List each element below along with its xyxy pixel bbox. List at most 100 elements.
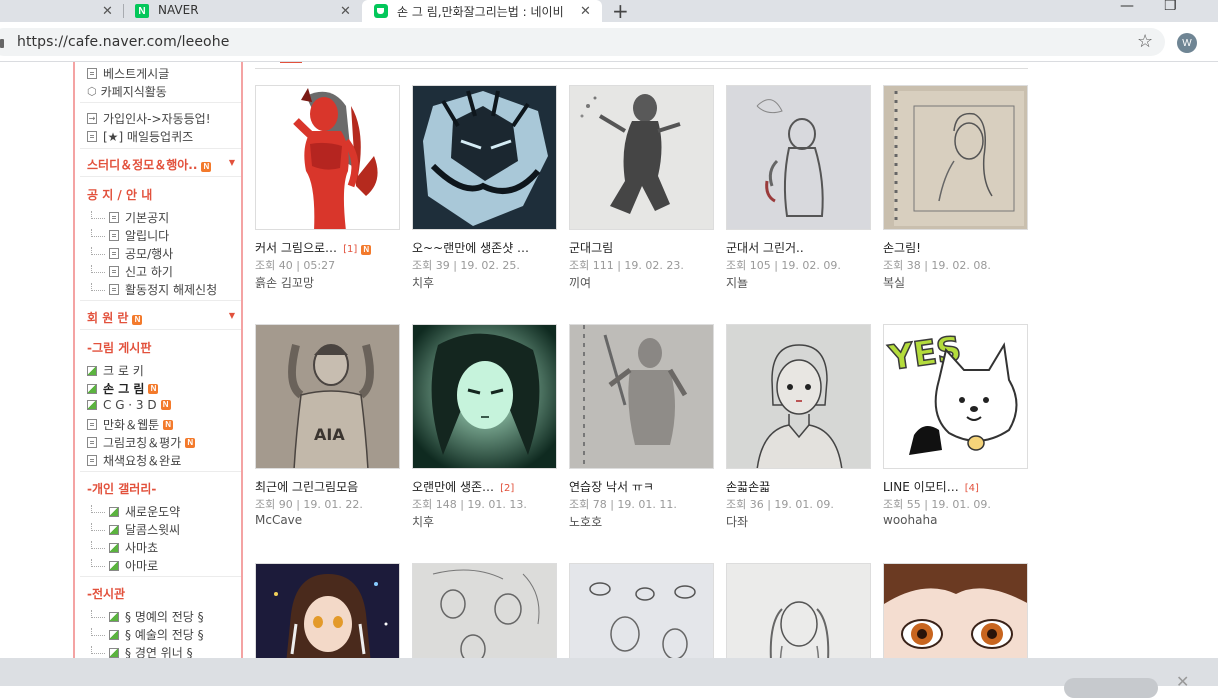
new-badge: N bbox=[132, 315, 143, 325]
sidebar-item-contest-winner[interactable]: § 경연 위너 § bbox=[91, 644, 193, 658]
sidebar-item-quiz[interactable]: [★] 매일등업퀴즈 bbox=[87, 128, 193, 145]
post-author[interactable]: 끼여 bbox=[569, 274, 591, 291]
minimize-button[interactable]: — bbox=[1120, 0, 1134, 14]
post-title[interactable]: 손그림! bbox=[883, 239, 1033, 256]
browser-tab-cafe[interactable]: 손 그 림,만화잘그리는법 : 네이비 ✕ bbox=[362, 0, 602, 22]
sidebar-item-notice-unban[interactable]: 활동정지 해제신청 bbox=[91, 281, 217, 298]
sidebar-item-coaching[interactable]: 그림코칭＆평가 N bbox=[87, 434, 196, 451]
picture-icon bbox=[87, 365, 97, 376]
thumbnail-painted-eyes[interactable] bbox=[883, 563, 1028, 658]
new-badge: N bbox=[160, 400, 171, 410]
tree-line bbox=[91, 210, 105, 219]
sidebar-item-gallery-2[interactable]: 달콤스윗씨 bbox=[91, 521, 180, 538]
sidebar-item-label: § 예술의 전당 § bbox=[125, 628, 204, 642]
post-title[interactable]: LINE 이모티… [4] bbox=[883, 478, 1033, 495]
url-text[interactable]: https://cafe.naver.com/leeohe bbox=[17, 34, 229, 50]
sidebar-item-join[interactable]: → 가입인사->자동등업! bbox=[87, 110, 211, 127]
sidebar-item-notice-basic[interactable]: 기본공지 bbox=[91, 209, 169, 226]
tree-line bbox=[91, 645, 105, 654]
post-title-text: 손그림! bbox=[883, 241, 921, 255]
post-title[interactable]: 오랜만에 생존… [2] bbox=[412, 478, 562, 495]
close-icon[interactable]: ✕ bbox=[1176, 672, 1189, 691]
tree-line bbox=[91, 282, 105, 291]
sidebar-item-notice-report[interactable]: 신고 하기 bbox=[91, 263, 173, 280]
thumbnail-anime-girl-dark[interactable] bbox=[255, 563, 400, 658]
sidebar-item-coloring[interactable]: 채색요청＆완료 bbox=[87, 452, 181, 469]
tab-close-icon[interactable]: ✕ bbox=[580, 4, 591, 19]
post-author[interactable]: woohaha bbox=[883, 513, 937, 527]
post-title[interactable]: 커서 그림으로… [1] N bbox=[255, 239, 405, 256]
sidebar-item-croquis[interactable]: 크 로 키 bbox=[87, 362, 144, 379]
bookmark-star-icon[interactable]: ☆ bbox=[1137, 31, 1153, 52]
caret-down-icon[interactable]: ▼ bbox=[229, 158, 235, 167]
post-author[interactable]: 치후 bbox=[412, 274, 434, 291]
sidebar-item-label: 채색요청＆완료 bbox=[103, 454, 182, 468]
sidebar-item-cg-3d[interactable]: C G · 3 DN bbox=[87, 398, 171, 412]
post-title[interactable]: 군대서 그린거.. bbox=[726, 239, 876, 256]
sidebar-item-comic-webtoon[interactable]: 만화＆웹툰 N bbox=[87, 416, 174, 433]
sidebar-section-members[interactable]: 회 원 란N bbox=[87, 309, 143, 326]
thumbnail-armored-knight[interactable] bbox=[412, 85, 557, 230]
sidebar-section-notice: 공 지 / 안 내 bbox=[87, 188, 153, 202]
post-author[interactable]: 지뇰 bbox=[726, 274, 748, 291]
thumbnail-sketch-twintail[interactable] bbox=[726, 563, 871, 658]
tree-line bbox=[91, 504, 105, 513]
post-author[interactable]: 흙손 김꼬망 bbox=[255, 274, 314, 291]
post-title[interactable]: 군대그림 bbox=[569, 239, 719, 256]
sidebar-item-gallery-1[interactable]: 새로운도약 bbox=[91, 503, 180, 520]
browser-tab-1[interactable]: ✕ bbox=[0, 0, 122, 22]
sidebar-item-label: 가입인사->자동등업! bbox=[103, 112, 211, 126]
post-title[interactable]: 손끏손끏 bbox=[726, 478, 876, 495]
sidebar-section-study[interactable]: 스터디＆정모＆행아.. N bbox=[87, 156, 212, 173]
restore-button[interactable]: ❐ bbox=[1164, 0, 1177, 14]
sidebar-item-notice-event[interactable]: 공모/행사 bbox=[91, 245, 173, 262]
thumbnail-pencil-figure[interactable] bbox=[569, 85, 714, 230]
tab-close-icon[interactable]: ✕ bbox=[102, 4, 113, 19]
thumbnail-girl-portrait[interactable] bbox=[726, 324, 871, 469]
thumbnail-yes-cat[interactable]: YES bbox=[883, 324, 1028, 469]
sidebar-item-hall-of-fame[interactable]: § 명예의 전당 § bbox=[91, 608, 204, 625]
thumbnail-pencil-warrior[interactable] bbox=[569, 324, 714, 469]
divider bbox=[80, 576, 241, 577]
tree-line bbox=[91, 609, 105, 618]
profile-avatar[interactable]: W bbox=[1177, 33, 1197, 53]
sidebar-item-gallery-4[interactable]: 아마로 bbox=[91, 557, 158, 574]
thumbnail-red-demon-girl[interactable] bbox=[255, 85, 400, 230]
sidebar-item-hall-of-art[interactable]: § 예술의 전당 § bbox=[91, 626, 204, 643]
gallery-top-border bbox=[255, 68, 1028, 69]
thumbnail-sketch-eyes[interactable] bbox=[569, 563, 714, 658]
sidebar-item-knowledge[interactable]: ⬡ 카페지식활동 bbox=[87, 83, 167, 100]
sidebar-item-best[interactable]: 베스트게시글 bbox=[87, 65, 169, 82]
thumbnail-pencil-man[interactable]: AIA bbox=[255, 324, 400, 469]
post-title[interactable]: 최근에 그린그림모음 bbox=[255, 478, 405, 495]
sidebar-item-label: 달콤스윗씨 bbox=[125, 523, 181, 537]
post-author[interactable]: 노호호 bbox=[569, 513, 602, 530]
notification-button[interactable] bbox=[1064, 678, 1158, 698]
post-title-text: 오~~랜만에 생존샷 … bbox=[412, 241, 530, 255]
section-title: 스터디＆정모＆행아.. bbox=[87, 158, 198, 172]
new-tab-button[interactable]: + bbox=[612, 0, 629, 23]
thumbnail-sketch-people[interactable] bbox=[412, 563, 557, 658]
post-author[interactable]: 복실 bbox=[883, 274, 905, 291]
sidebar-item-label: 베스트게시글 bbox=[103, 67, 170, 81]
post-title[interactable]: 오~~랜만에 생존샷 … bbox=[412, 239, 562, 256]
tree-line bbox=[91, 246, 105, 255]
new-badge: N bbox=[361, 245, 372, 255]
thumbnail-green-girl[interactable] bbox=[412, 324, 557, 469]
caret-down-icon[interactable]: ▼ bbox=[229, 311, 235, 320]
naver-favicon-icon: N bbox=[135, 4, 149, 18]
active-tab-indicator bbox=[280, 62, 302, 63]
sidebar-item-gallery-3[interactable]: 사마쵸 bbox=[91, 539, 158, 556]
tab-close-icon[interactable]: ✕ bbox=[340, 4, 351, 19]
tree-line bbox=[91, 228, 105, 237]
post-author[interactable]: 치후 bbox=[412, 513, 434, 530]
thumbnail-sketchbook-girl[interactable] bbox=[883, 85, 1028, 230]
browser-tab-naver[interactable]: N NAVER ✕ bbox=[124, 0, 360, 22]
sidebar-item-notice-announce[interactable]: 알립니다 bbox=[91, 227, 169, 244]
thumbnail-pencil-elf[interactable] bbox=[726, 85, 871, 230]
post-title[interactable]: 연습장 낙서 ㅠㅋ bbox=[569, 478, 719, 495]
sidebar-item-hand-drawing[interactable]: 손 그 림N bbox=[87, 380, 159, 397]
post-author[interactable]: McCave bbox=[255, 513, 302, 527]
post-author[interactable]: 다좌 bbox=[726, 513, 748, 530]
sidebar-item-label: 만화＆웹툰 bbox=[103, 418, 160, 432]
